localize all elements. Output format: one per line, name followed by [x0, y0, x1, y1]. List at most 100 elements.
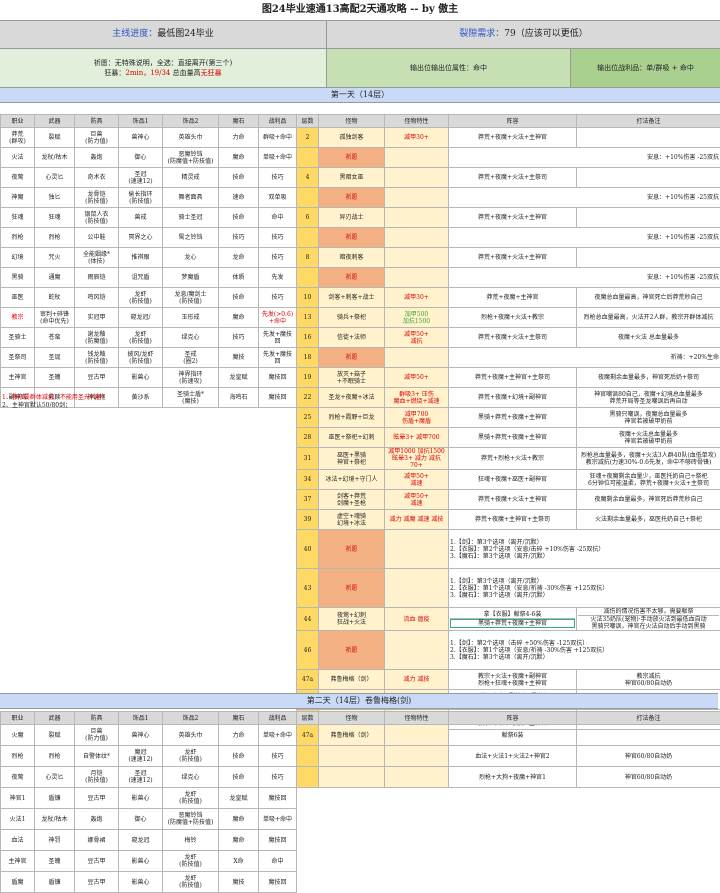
monster-trait: 眩晕3+ 减甲700 — [385, 428, 449, 448]
gear-cell: 双单吸 — [259, 188, 297, 208]
gear-cell: 夜鸷 — [1, 767, 35, 788]
monster-trait: 减甲50+减速 — [385, 470, 449, 490]
gear-row: 主神官圣魄豆古甲影兽心神界指环(防速攻)龙皇赋魔技回 — [1, 368, 297, 388]
floor-row: 39虚空+魂骑幻境+冰法减力 减魔 减速 减技莽荒+夜魔+主神官+主祭司火法剩余… — [297, 510, 720, 530]
monster-trait — [385, 725, 449, 746]
gear-cell: 力命 — [219, 725, 259, 746]
monster-name: 放灭+菇子+不眠骑士 — [319, 368, 385, 388]
gear-row: 神魔独匕龙骨铠(防技值)偷长指环(防技值)舞者面具速命双单吸 — [1, 188, 297, 208]
rage-time: 2min，19/34 — [125, 69, 170, 77]
page-title: 图24毕业速通13高配2天通攻略 -- by 傲主 — [0, 0, 720, 21]
monster-name: 巫医+黑骑神官+祭祀 — [319, 448, 385, 470]
gear-cell: 龙虾(防技值) — [119, 288, 163, 308]
floor-row: 46祈愿1.【剑】：第2个选项（击碎 +50%伤害 -125双抗）2.【衣服】：… — [297, 631, 720, 670]
gear-row: 圣祭司圣诞钱龙釉(防技值)披风/龙虾(防技值)圣戒(圈2)魔技先发+魔技回 — [1, 348, 297, 368]
gear-cell: 龙虾(防技值) — [163, 851, 219, 872]
gear-cell: 全能姻缘*(体技) — [75, 248, 119, 268]
gear-cell: 夜鸷 — [1, 168, 35, 188]
gear-row: 幻境咒火全能姻缘*(体技)推祺眼龙心龙命技巧 — [1, 248, 297, 268]
floor-row: 47a弗鲁梅格（剑）减力 减技教宗+火法+夜魔+副神官烈枪+狂魂+夜魔+主神官教… — [297, 670, 720, 690]
monster-trait — [385, 208, 449, 228]
floor-number: 31 — [297, 448, 319, 470]
floor-number: 34 — [297, 470, 319, 490]
gear-cell: 技巧 — [219, 328, 259, 348]
monster-trait — [385, 148, 449, 168]
gear-row: 火法1龙杖/枯木轰炮御心恶魔铃铛(防魔值+防技值)魔命单吸+命中 — [1, 809, 297, 830]
gear-cell: 烈枪 — [35, 228, 75, 248]
floor2-header-1: 怪物 — [319, 712, 385, 725]
team: 1.【剑】：第2个选项（击碎 +50%伤害 -125双抗）2.【衣服】：第1个选… — [449, 631, 720, 670]
gear-cell: 兽戒 — [119, 208, 163, 228]
floor-row: 2孤独剑客减甲30+莽荒+夜魔+火法+主神官 — [297, 128, 720, 148]
monster-name — [319, 746, 385, 767]
note — [577, 168, 720, 188]
team: 黑骑+莽荒+夜魔+主神官 — [449, 428, 577, 448]
gear-cell: 推祺眼 — [119, 248, 163, 268]
monster-name: 烈枪+霞野+巨龙 — [319, 408, 385, 428]
note-top: 减伤的情况伤害不太够，需要献祭 — [578, 608, 719, 616]
gear-cell: 鸳之铃铛 — [163, 228, 219, 248]
monster-name: 巫医+祭祀+幻刺 — [319, 428, 385, 448]
gear-cell: 龙虾(防技值) — [163, 746, 219, 767]
monster-name: 圣龙+夜魔+冰法 — [319, 388, 385, 408]
gear-cell: 审判+碎锋(命中优先) — [35, 308, 75, 328]
floor2-row: 血法+火法1+火法2+神官2神官60/80自动奶 — [297, 746, 720, 767]
monster-trait — [385, 530, 449, 569]
team: 莽荒+夜魔+火法+主神官 — [449, 208, 577, 228]
gear-cell: 龙杖/枯木 — [35, 809, 75, 830]
monster-name: 剑客+莽荒剑魔+圣枪 — [319, 490, 385, 510]
gear2-header-3: 饰品1 — [119, 712, 163, 725]
team: 莽荒+夜魔+火法+主祭司 — [449, 328, 577, 348]
note: 火法剩余血量最多，巫医托奶自己+祭祀 — [577, 510, 720, 530]
gear-row: 盾魔盾镰豆古甲影兽心龙虾(防技值)魔技魔技回 — [1, 872, 297, 893]
monster-name: 骑兵+祭祀 — [319, 308, 385, 328]
rage-red: 无狂暴 — [201, 69, 222, 77]
gear-cell: 梅铃 — [163, 830, 219, 851]
floor-number — [297, 767, 319, 788]
gear-cell: 奇术衣 — [75, 168, 119, 188]
gear-header-5: 魔石 — [219, 115, 259, 128]
monster-trait — [385, 569, 449, 608]
gear-cell: 自警体纹* — [75, 746, 119, 767]
monster-trait — [385, 631, 449, 670]
gear-row: 圣骑士苍蛮谢龙釉(防魔值)龙虾(防技值)绿克心技巧先发+魔技回 — [1, 328, 297, 348]
gear-cell: 圣冠(速速12) — [119, 767, 163, 788]
gear-cell: 梦魔盾 — [163, 268, 219, 288]
monster-trait — [385, 228, 449, 248]
monster-trait — [385, 767, 449, 788]
monster-trait: 减甲1000 加抗1500眩晕3+ 减力 减抗70+ — [385, 448, 449, 470]
note: 夜魔+火法 总血量最多 — [577, 328, 720, 348]
gear-cell: 苍蛮 — [35, 328, 75, 348]
floor-number: 43 — [297, 569, 319, 608]
output-position: 输出位输出位属性：命中 — [327, 49, 571, 87]
floor-row: 祈愿安息：+10%伤害 -25双抗 — [297, 228, 720, 248]
gear-row: 夜鸷心灵匕奇术衣圣冠(速速12)精灵戒技命技巧 — [1, 168, 297, 188]
gear-cell: 实冠甲 — [75, 308, 119, 328]
gear-cell: 裂赋 — [35, 725, 75, 746]
note — [577, 248, 720, 268]
floor2-header-row: 层数怪物怪物特性阵容打法备注 — [297, 712, 720, 725]
floor-row: 6异刃战士莽荒+夜魔+火法+主神官 — [297, 208, 720, 228]
monster-trait — [385, 746, 449, 767]
team: 黑骑+莽荒+夜魔+主神官 — [449, 408, 577, 428]
team-top: 拿【衣服】献祭4-6装 — [450, 611, 575, 619]
gear-cell: 豆古甲 — [75, 788, 119, 809]
gear-cell: 圣戒(圈2) — [163, 348, 219, 368]
gear-cell: 裂赋 — [35, 128, 75, 148]
floor2-header-0: 层数 — [297, 712, 319, 725]
gear-cell: 心灵匕 — [35, 767, 75, 788]
team: 安息：+10%伤害 -25双抗 — [449, 188, 720, 208]
gear-cell: 豆古甲 — [75, 872, 119, 893]
team: 莽荒+夜魔+主神官+主祭司 — [449, 510, 577, 530]
monster-name: 弗鲁梅格（剑） — [319, 725, 385, 746]
gear-cell: 神界指环(防速攻) — [163, 368, 219, 388]
resist-label: 裂隙需求： — [459, 29, 504, 39]
gear-cell: 舞者面具 — [163, 188, 219, 208]
gear-cell: 兽神心 — [119, 128, 163, 148]
gear-row: 巫医蛇杖鸣风铠龙虾(防技值)龙息/魔剑士(防技值)技命技巧 — [1, 288, 297, 308]
gear-cell: 速命 — [219, 188, 259, 208]
wish-line: 祈愿：无特殊说明，全选：直接离开(第三个) — [0, 58, 326, 68]
gear-cell: 公中鞋 — [75, 228, 119, 248]
gear-row: 狂魂狂魂银鼠人衣(防技值)兽戒骑士圣冠技命命中 — [1, 208, 297, 228]
team: 莽荒+夜魔+火法+主神官 — [449, 248, 577, 268]
